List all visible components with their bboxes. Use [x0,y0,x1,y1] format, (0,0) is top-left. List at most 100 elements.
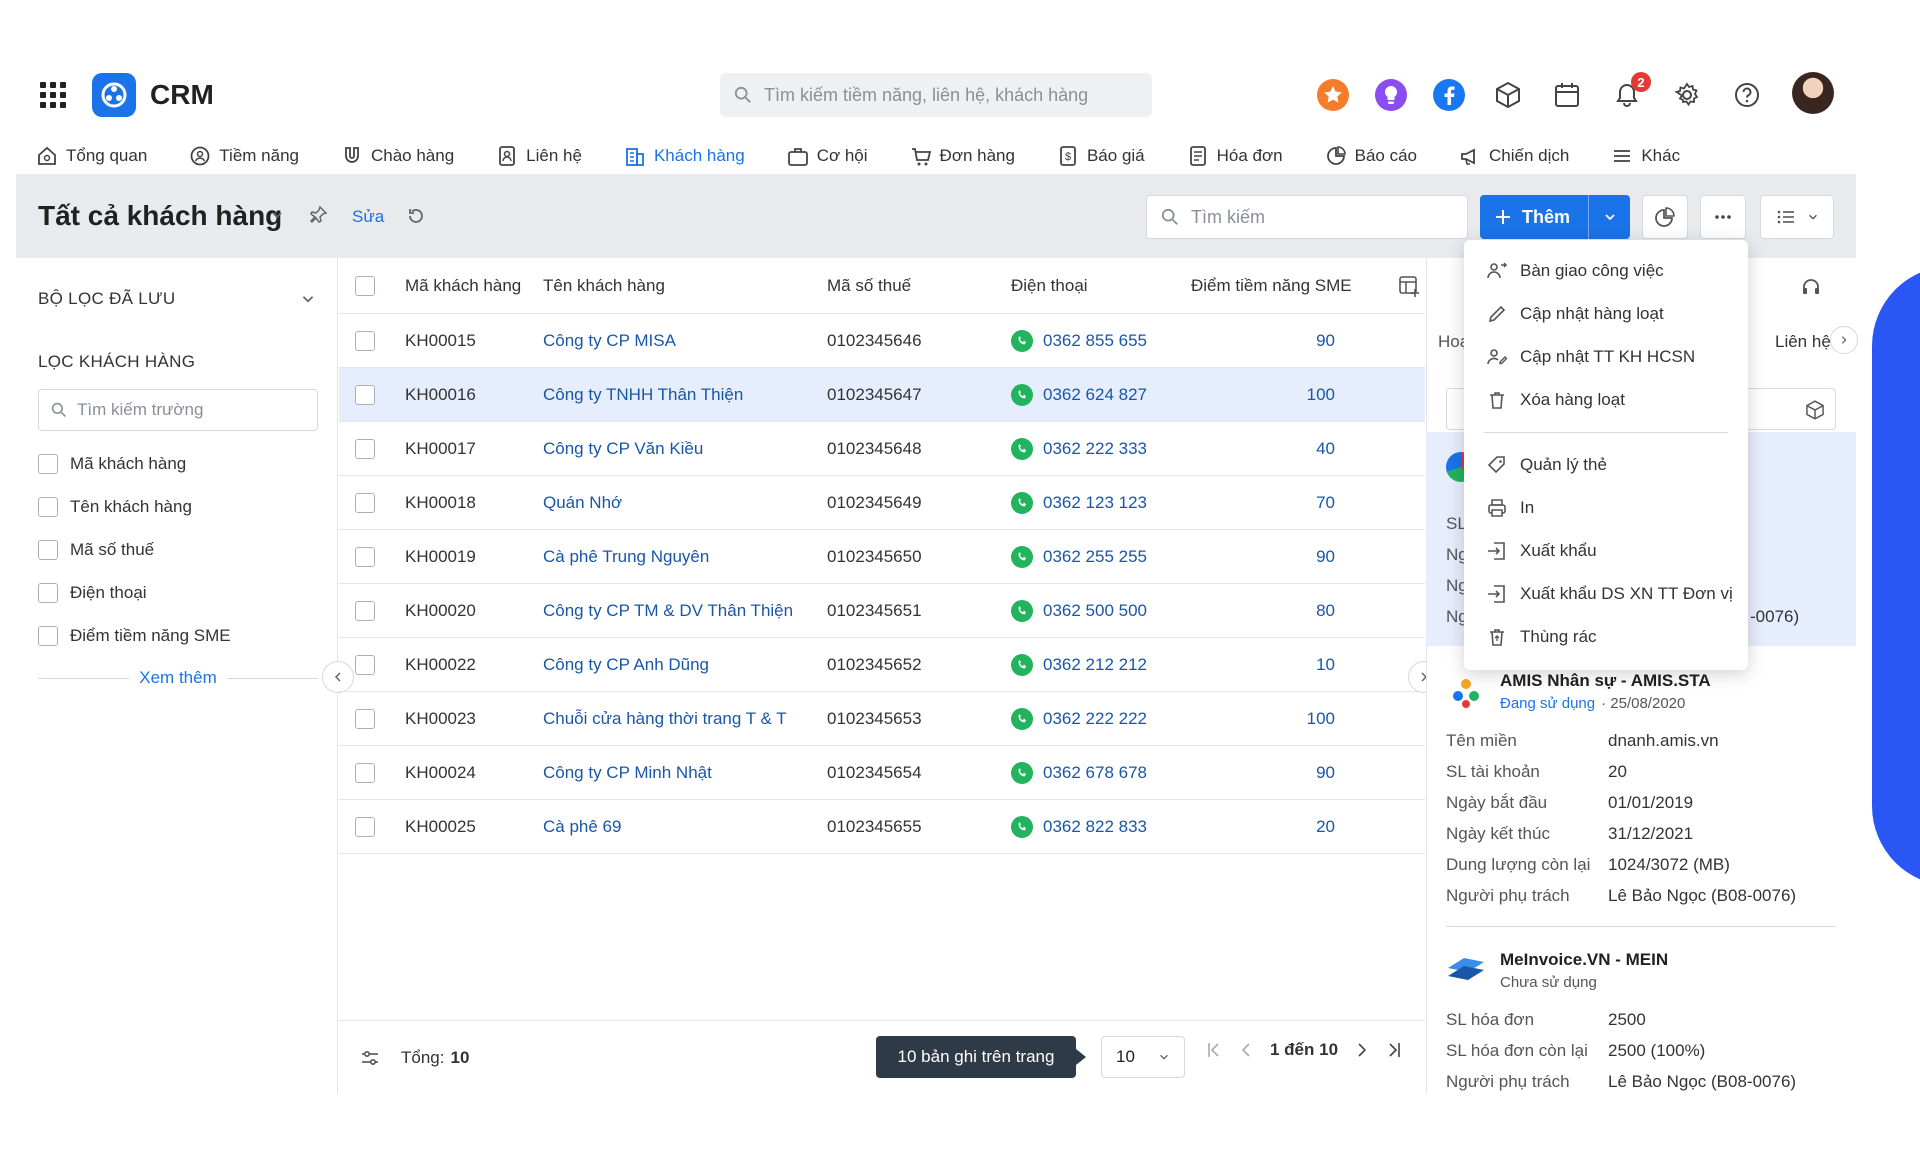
nav-item-co-hoi[interactable]: Cơ hội [787,134,868,178]
column-settings-icon[interactable] [1397,274,1421,298]
row-checkbox[interactable] [355,762,375,783]
gear-icon[interactable] [1668,76,1706,114]
chevron-down-icon[interactable] [270,208,284,222]
customer-name-link[interactable]: Công ty CP Minh Nhật [543,763,827,783]
filter-field[interactable]: Điện thoại [38,583,147,603]
customer-name-link[interactable]: Công ty TNHH Thân Thiện [543,385,827,405]
phone-icon[interactable] [1011,383,1033,406]
menu-item[interactable]: Xóa hàng loạt [1486,389,1625,411]
page-title[interactable]: Tất cả khách hàng [38,200,282,232]
add-button[interactable]: Thêm [1480,195,1588,239]
table-row[interactable]: KH00020 Công ty CP TM & DV Thân Thiện 01… [339,584,1425,638]
table-row[interactable]: KH00023 Chuỗi cửa hàng thời trang T & T … [339,692,1425,746]
field-search-input[interactable]: Tìm kiếm trường [38,389,318,431]
customer-name-link[interactable]: Công ty CP Văn Kiều [543,439,827,459]
row-checkbox[interactable] [355,654,375,675]
edit-button[interactable]: Sửa [352,207,384,227]
checkbox[interactable] [38,540,58,560]
table-row[interactable]: KH00016 Công ty TNHH Thân Thiện 01023456… [339,368,1425,422]
page-size-select[interactable]: 10 [1101,1036,1185,1078]
tabs-scroll-right[interactable] [1830,326,1858,354]
table-row[interactable]: KH00019 Cà phê Trung Nguyên 0102345650 0… [339,530,1425,584]
menu-item[interactable]: Bàn giao công việc [1486,260,1664,282]
see-more-link[interactable]: Xem thêm [139,668,216,688]
row-checkbox[interactable] [355,816,375,837]
product-name[interactable]: AMIS Nhân sự - AMIS.STA [1500,671,1711,691]
row-checkbox[interactable] [355,330,375,351]
customer-name-link[interactable]: Quán Nhớ [543,493,827,513]
checkbox[interactable] [38,454,58,474]
phone-number[interactable]: 0362 222 222 [1043,709,1147,729]
nav-item-don-hang[interactable]: Đơn hàng [910,134,1015,178]
tab-lien-he[interactable]: Liên hệ [1775,332,1831,352]
more-actions-button[interactable] [1700,195,1746,239]
facebook-icon[interactable] [1430,76,1468,114]
phone-number[interactable]: 0362 212 212 [1043,655,1147,675]
phone-number[interactable]: 0362 123 123 [1043,493,1147,513]
phone-icon[interactable] [1011,707,1033,730]
nav-item-chao-hang[interactable]: Chào hàng [341,134,454,178]
column-header[interactable]: Mã số thuế [827,276,1011,296]
row-checkbox[interactable] [355,546,375,567]
table-row[interactable]: KH00017 Công ty CP Văn Kiều 0102345648 0… [339,422,1425,476]
phone-number[interactable]: 0362 255 255 [1043,547,1147,567]
menu-item[interactable]: Thùng rác [1486,626,1597,648]
table-row[interactable]: KH00018 Quán Nhớ 0102345649 0362 123 123… [339,476,1425,530]
table-row[interactable]: KH00022 Công ty CP Anh Dũng 0102345652 0… [339,638,1425,692]
avatar[interactable] [1792,72,1834,114]
global-search-input[interactable]: Tìm kiếm tiềm năng, liên hệ, khách hàng [720,73,1152,117]
customer-name-link[interactable]: Cà phê Trung Nguyên [543,547,827,567]
chevron-down-icon[interactable] [300,291,316,307]
product-name[interactable]: MeInvoice.VN - MEIN [1500,950,1668,970]
table-row[interactable]: KH00025 Cà phê 69 0102345655 0362 822 83… [339,800,1425,854]
last-page-icon[interactable] [1386,1041,1402,1059]
filter-field[interactable]: Điểm tiềm năng SME [38,626,231,646]
customer-name-link[interactable]: Công ty CP Anh Dũng [543,655,827,675]
table-row[interactable]: KH00024 Công ty CP Minh Nhật 0102345654 … [339,746,1425,800]
next-page-icon[interactable] [1356,1041,1368,1059]
nav-item-lien-he[interactable]: Liên hệ [496,134,582,178]
filter-field[interactable]: Mã số thuế [38,540,154,560]
column-header[interactable]: Điện thoại [1011,276,1191,296]
filter-field[interactable]: Tên khách hàng [38,497,192,517]
checkbox[interactable] [38,497,58,517]
phone-icon[interactable] [1011,653,1033,676]
customer-name-link[interactable]: Chuỗi cửa hàng thời trang T & T [543,709,827,729]
nav-item-bao-gia[interactable]: $ Báo giá [1057,134,1145,178]
phone-number[interactable]: 0362 500 500 [1043,601,1147,621]
customer-name-link[interactable]: Công ty CP TM & DV Thân Thiện [543,601,827,621]
nav-item-khach-hang[interactable]: Khách hàng [623,134,745,178]
checkbox[interactable] [38,583,58,603]
view-mode-button[interactable] [1760,195,1834,239]
pin-icon[interactable] [308,205,328,225]
menu-item[interactable]: Xuất khẩu DS XN TT Đơn vị [1486,583,1733,605]
column-header[interactable]: Mã khách hàng [391,276,543,296]
nav-item-tiem-nang[interactable]: Tiềm năng [189,134,299,178]
sliders-icon[interactable] [359,1047,381,1069]
phone-icon[interactable] [1011,329,1033,352]
star-icon[interactable] [1314,76,1352,114]
menu-item[interactable]: Cập nhật hàng loạt [1486,303,1664,325]
customer-name-link[interactable]: Cà phê 69 [543,817,827,837]
phone-icon[interactable] [1011,437,1033,460]
first-page-icon[interactable] [1206,1041,1222,1059]
menu-item[interactable]: Cập nhật TT KH HCSN [1486,346,1695,368]
phone-number[interactable]: 0362 222 333 [1043,439,1147,459]
help-icon[interactable] [1728,76,1766,114]
phone-number[interactable]: 0362 678 678 [1043,763,1147,783]
customer-name-link[interactable]: Công ty CP MISA [543,331,827,351]
phone-icon[interactable] [1011,491,1033,514]
row-checkbox[interactable] [355,438,375,459]
idea-icon[interactable] [1372,76,1410,114]
phone-number[interactable]: 0362 822 833 [1043,817,1147,837]
phone-number[interactable]: 0362 624 827 [1043,385,1147,405]
row-checkbox[interactable] [355,600,375,621]
menu-item[interactable]: In [1486,497,1534,519]
prev-page-icon[interactable] [1240,1041,1252,1059]
box-search-icon[interactable] [1804,399,1826,421]
calendar-icon[interactable] [1548,76,1586,114]
phone-icon[interactable] [1011,599,1033,622]
reset-icon[interactable] [406,206,426,226]
phone-icon[interactable] [1011,815,1033,838]
headset-icon[interactable] [1800,276,1822,298]
